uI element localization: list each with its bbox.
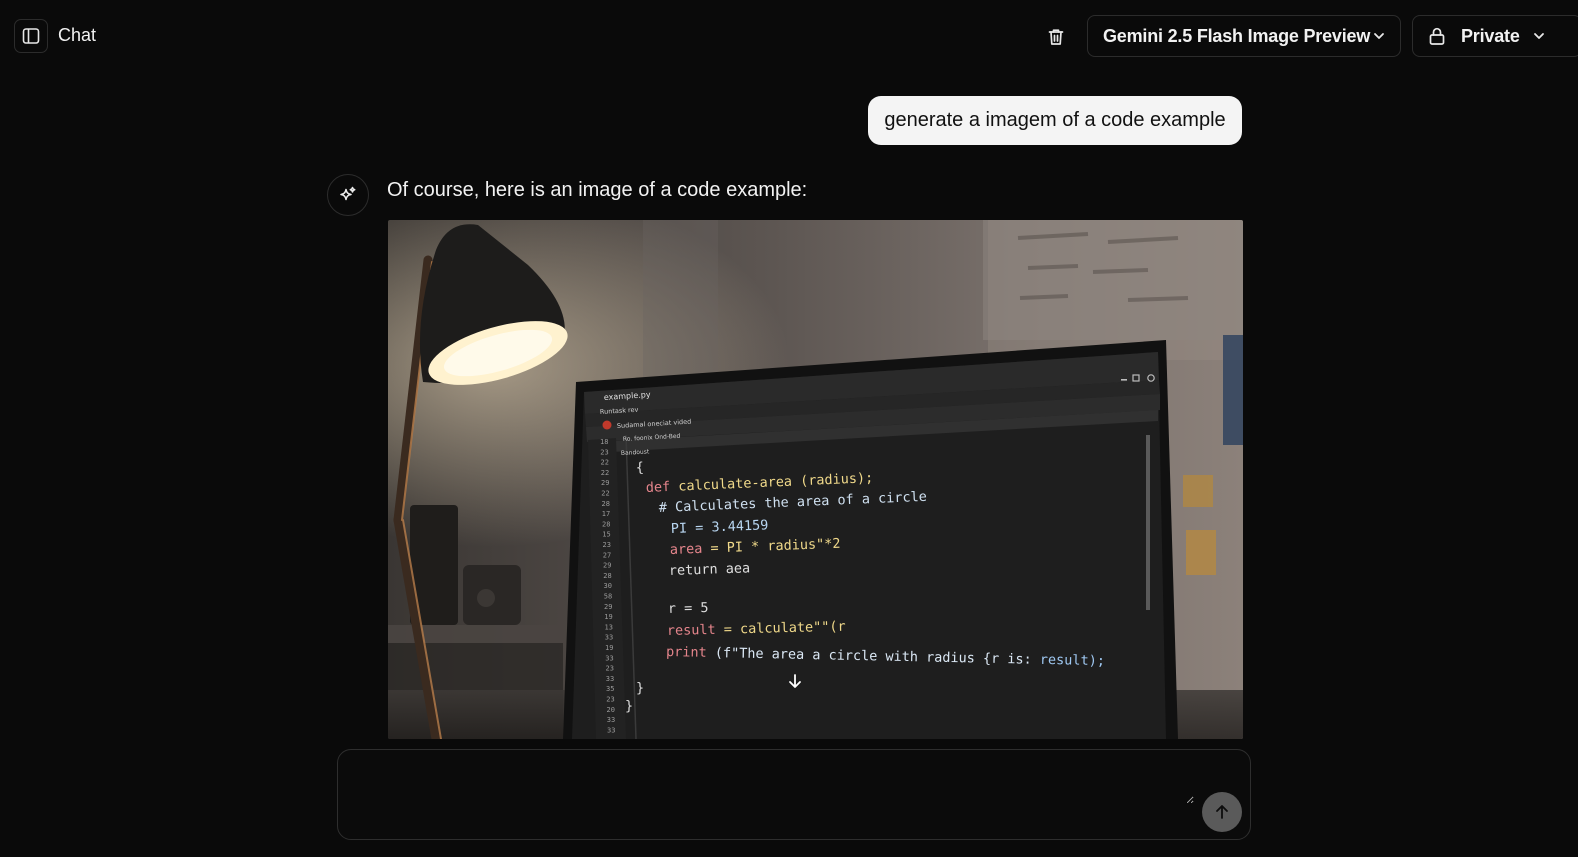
visibility-label: Private xyxy=(1461,25,1520,46)
editor-line-number: 19 xyxy=(604,613,612,621)
editor-line-number: 23 xyxy=(603,541,611,549)
editor-line-number: 30 xyxy=(604,582,612,590)
editor-line-number: 28 xyxy=(602,500,610,508)
top-bar: Chat Gemini 2.5 Flash Image Preview Priv… xyxy=(0,0,1578,72)
editor-line-number: 33 xyxy=(607,726,615,734)
editor-line-number: 20 xyxy=(607,706,615,714)
code-line: return aea xyxy=(669,560,751,579)
editor-line-number: 28 xyxy=(603,572,611,580)
arrow-down-icon xyxy=(789,674,801,688)
code-line: r = 5 xyxy=(668,600,709,617)
editor-line-number: 33 xyxy=(607,716,615,724)
code-variable: result xyxy=(667,622,716,639)
lock-icon xyxy=(1429,27,1445,45)
chevron-down-icon xyxy=(1374,33,1384,39)
code-line: } xyxy=(625,698,633,714)
message-input[interactable] xyxy=(354,764,1194,804)
editor-line-number: 35 xyxy=(606,685,614,693)
sidebar-toggle-button[interactable] xyxy=(14,19,48,53)
sparkles-icon xyxy=(340,186,356,201)
code-variable: result); xyxy=(1040,652,1105,669)
editor-line-number: 23 xyxy=(606,696,614,704)
sidebar-icon xyxy=(22,28,40,44)
editor-line-number: 13 xyxy=(605,623,613,631)
editor-line-number: 23 xyxy=(606,665,614,673)
message-composer xyxy=(337,749,1251,840)
code-variable: area xyxy=(670,541,703,558)
editor-line-number: 28 xyxy=(602,520,610,528)
code-line: } xyxy=(636,680,644,696)
generated-image: example.py Runtask rev Sudamal oneciat v… xyxy=(388,220,1243,739)
code-keyword: def xyxy=(645,479,670,496)
assistant-message-text: Of course, here is an image of a code ex… xyxy=(387,179,808,201)
chat-app: Chat Gemini 2.5 Flash Image Preview Priv… xyxy=(0,0,1578,857)
page-title: Chat xyxy=(58,25,97,45)
user-message-text: generate a imagem of a code example xyxy=(884,109,1226,131)
code-function-args: (radius); xyxy=(800,470,874,489)
editor-line-number: 33 xyxy=(605,654,613,662)
code-function-name: print xyxy=(666,644,707,661)
arrow-up-icon xyxy=(1216,805,1228,819)
assistant-avatar xyxy=(327,174,369,216)
editor-line-number: 18 xyxy=(600,438,608,446)
code-expression: = calculate""(r xyxy=(724,619,846,638)
scroll-to-bottom-button[interactable] xyxy=(780,666,810,696)
editor-line-number: 33 xyxy=(605,634,613,642)
send-button[interactable] xyxy=(1202,792,1242,832)
editor-line-number: 15 xyxy=(602,531,610,539)
visibility-selector[interactable]: Private xyxy=(1412,15,1578,57)
editor-line-number: 22 xyxy=(601,469,609,477)
editor-line-number: 29 xyxy=(603,562,611,570)
code-line: { xyxy=(635,460,644,476)
editor-line-number: 19 xyxy=(605,644,613,652)
editor-line-number: 17 xyxy=(602,510,610,518)
editor-line-number: 22 xyxy=(601,459,609,467)
trash-icon xyxy=(1048,29,1064,45)
user-message: generate a imagem of a code example xyxy=(868,96,1242,145)
chevron-down-icon xyxy=(1533,33,1544,39)
editor-line-number: 33 xyxy=(606,675,614,683)
editor-line-number: 29 xyxy=(601,479,609,487)
editor-line-number: 23 xyxy=(600,448,608,456)
editor-line-number: 22 xyxy=(601,490,609,498)
delete-chat-button[interactable] xyxy=(1038,19,1074,55)
model-selector[interactable]: Gemini 2.5 Flash Image Preview xyxy=(1087,15,1401,57)
editor-line-number: 29 xyxy=(604,603,612,611)
model-selector-label: Gemini 2.5 Flash Image Preview xyxy=(1103,25,1371,46)
editor-line-number: 27 xyxy=(603,551,611,559)
editor-line-number: 58 xyxy=(604,593,612,601)
